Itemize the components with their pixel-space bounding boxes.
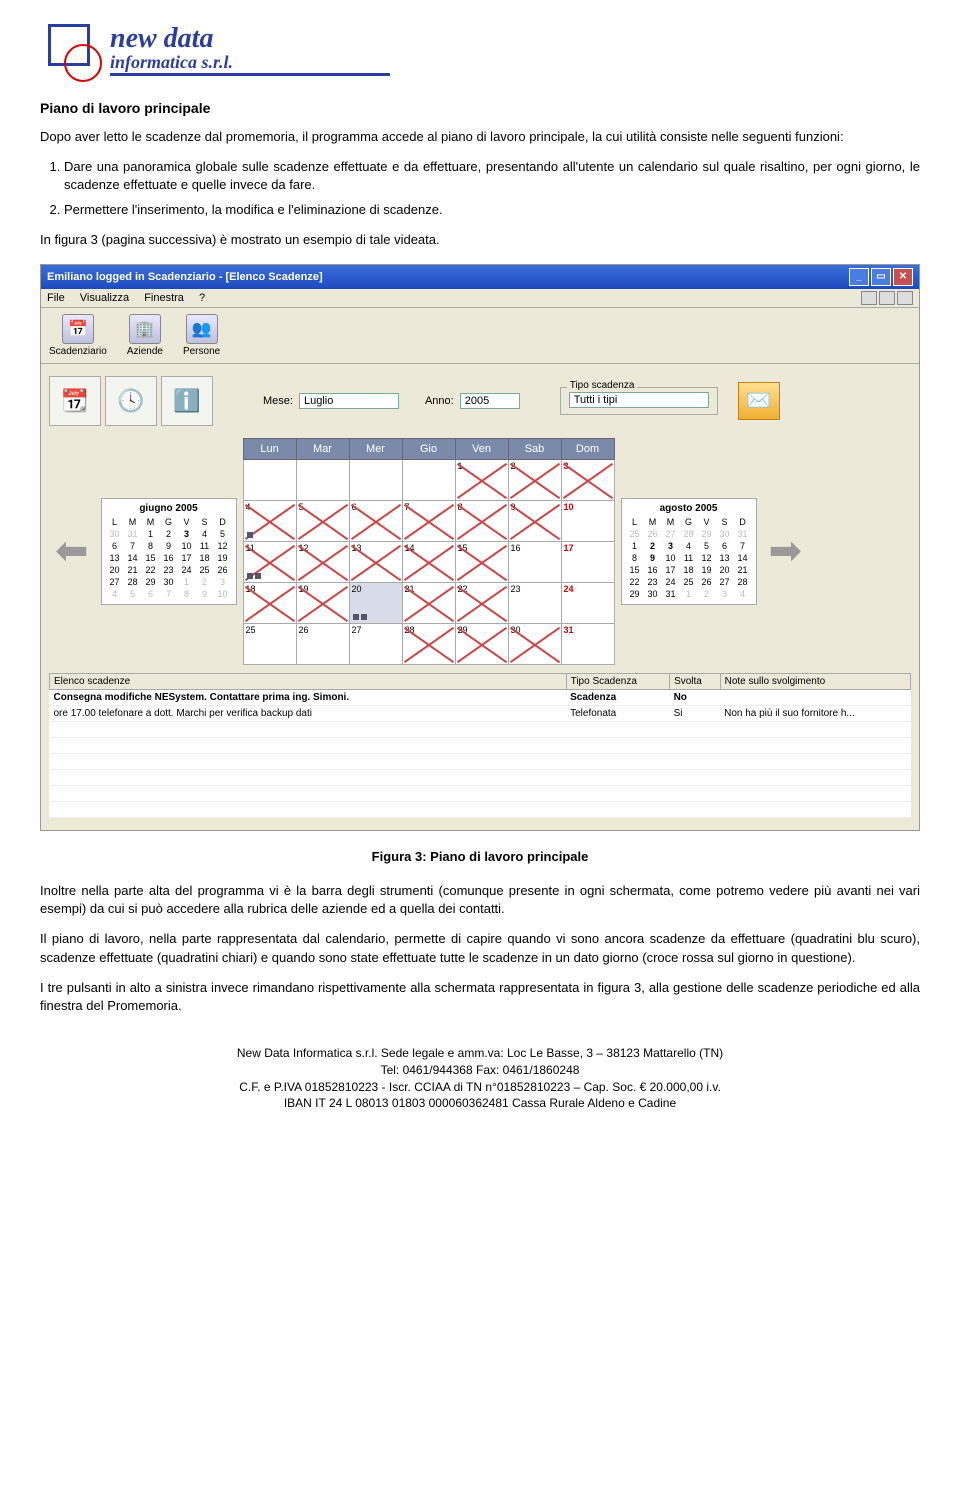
- table-row: ore 17.00 telefonare a dott. Marchi per …: [50, 705, 911, 721]
- intro-paragraph: Dopo aver letto le scadenze dal promemor…: [40, 128, 920, 146]
- maximize-icon[interactable]: ▭: [871, 268, 891, 286]
- company-logo: new data informatica s.r.l.: [40, 20, 920, 80]
- building-icon: 🏢: [129, 314, 161, 344]
- figure-caption: Figura 3: Piano di lavoro principale: [40, 849, 920, 864]
- table-row: Consegna modifiche NESystem. Contattare …: [50, 689, 911, 705]
- tb-scadenziario[interactable]: 📅Scadenziario: [49, 314, 107, 357]
- anno-spinner[interactable]: 2005: [460, 393, 520, 409]
- toolbar: 📅Scadenziario 🏢Aziende 👥Persone: [41, 308, 919, 364]
- menu-help[interactable]: ?: [199, 292, 205, 304]
- people-icon: 👥: [186, 314, 218, 344]
- figure-ref-paragraph: In figura 3 (pagina successiva) è mostra…: [40, 231, 920, 249]
- anno-label: Anno:: [425, 395, 454, 407]
- mdi-close-icon[interactable]: [897, 291, 913, 305]
- prev-arrow[interactable]: ⬅: [49, 528, 95, 574]
- tb-aziende[interactable]: 🏢Aziende: [127, 314, 163, 357]
- logo-text: new data informatica s.r.l.: [110, 25, 390, 76]
- calendar-icon: 📅: [62, 314, 94, 344]
- paragraph: I tre pulsanti in alto a sinistra invece…: [40, 979, 920, 1015]
- mini-calendar-next[interactable]: agosto 2005 LMMGVSD 25262728293031 12345…: [621, 498, 757, 605]
- menu-file[interactable]: File: [47, 292, 65, 304]
- today-button[interactable]: 📆: [49, 376, 101, 426]
- menu-visualizza[interactable]: Visualizza: [80, 292, 129, 304]
- mdi-min-icon[interactable]: [861, 291, 877, 305]
- mese-label: Mese:: [263, 395, 293, 407]
- mail-button[interactable]: ✉️: [738, 382, 780, 420]
- close-icon[interactable]: ✕: [893, 268, 913, 286]
- tb-persone[interactable]: 👥Persone: [183, 314, 220, 357]
- mdi-bar: File Visualizza Finestra ?: [41, 289, 919, 308]
- section-heading: Piano di lavoro principale: [40, 100, 920, 116]
- tipo-select[interactable]: Tutti i tipi: [569, 392, 709, 408]
- paragraph: Il piano di lavoro, nella parte rapprese…: [40, 930, 920, 966]
- mese-select[interactable]: Luglio: [299, 393, 399, 409]
- function-list: Dare una panoramica globale sulle scaden…: [64, 158, 920, 219]
- tipo-group: Tipo scadenza Tutti i tipi: [560, 387, 718, 415]
- month-grid[interactable]: LunMarMerGioVenSabDom 123 45678910 11121…: [243, 438, 615, 665]
- calendar-area: 📆 🕓 ℹ️ Mese: Luglio Anno: 2005 Tipo scad…: [41, 364, 919, 830]
- tipo-label: Tipo scadenza: [567, 380, 638, 391]
- paragraph: Inoltre nella parte alta del programma v…: [40, 882, 920, 918]
- list-item: Permettere l'inserimento, la modifica e …: [64, 201, 920, 219]
- window-buttons: _ ▭ ✕: [849, 268, 913, 286]
- next-arrow[interactable]: ➡: [763, 528, 809, 574]
- menu-finestra[interactable]: Finestra: [144, 292, 184, 304]
- mini-calendar-prev[interactable]: giugno 2005 LMMGVSD 303112345 6789101112…: [101, 498, 237, 605]
- page-footer: New Data Informatica s.r.l. Sede legale …: [40, 1045, 920, 1112]
- minimize-icon[interactable]: _: [849, 268, 869, 286]
- mdi-max-icon[interactable]: [879, 291, 895, 305]
- screenshot-window: Emiliano logged in Scadenziario - [Elenc…: [40, 264, 920, 831]
- window-title: Emiliano logged in Scadenziario - [Elenc…: [47, 271, 323, 283]
- periodic-button[interactable]: 🕓: [105, 376, 157, 426]
- logo-mark: [40, 20, 100, 80]
- window-titlebar: Emiliano logged in Scadenziario - [Elenc…: [41, 265, 919, 289]
- deadline-list[interactable]: Elenco scadenzeTipo ScadenzaSvoltaNote s…: [49, 673, 911, 818]
- list-item: Dare una panoramica globale sulle scaden…: [64, 158, 920, 194]
- memo-button[interactable]: ℹ️: [161, 376, 213, 426]
